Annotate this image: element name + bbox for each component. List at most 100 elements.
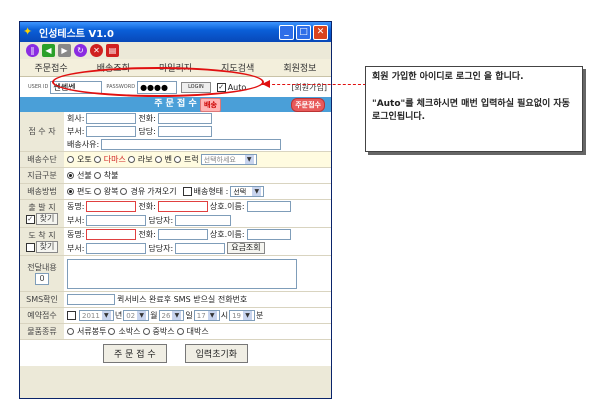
arr-dong-input[interactable] [86, 229, 137, 240]
type-checkbox[interactable] [182, 187, 192, 196]
dep-dong-input[interactable] [86, 201, 137, 213]
arrival-find-button[interactable]: 찾기 [35, 241, 59, 253]
arr-phone-input[interactable] [157, 229, 208, 240]
banner-title: 주 문 접 수 [154, 99, 197, 109]
dep-manager-input[interactable] [175, 214, 232, 226]
radio-envelope[interactable] [67, 328, 74, 335]
year-select[interactable]: 2011 ▼ [79, 310, 114, 321]
stop-icon[interactable]: ✕ [90, 44, 103, 57]
dep-dept-input[interactable] [86, 214, 147, 226]
radio-damas[interactable] [93, 156, 101, 163]
departure-find-button[interactable]: 찾기 [35, 213, 59, 225]
opt-pickup: 가져오기 [147, 187, 177, 196]
dep-dong-label: 동명: [67, 202, 85, 212]
dep-phone-input[interactable] [157, 201, 208, 213]
sms-phone-input[interactable] [67, 294, 115, 305]
arr-dept-input[interactable] [86, 242, 147, 254]
dep-manager-label: 담당자: [148, 215, 174, 225]
close-button[interactable]: ✕ [313, 24, 328, 40]
reservation-row: 예약접수 2011 ▼ 년 02 ▼ 월 26 ▼ 일 17 ▼ 시 19 ▼ 분 [20, 308, 331, 324]
submit-order-button[interactable]: 주 문 접 수 [102, 343, 167, 363]
payment-label: 지급구분 [20, 168, 64, 183]
order-form: 접 수 자 회사: 전화: 부서: 담당: 배송사유: 배송수단 오토 다마스 [20, 112, 331, 366]
radio-large-box[interactable] [176, 328, 184, 335]
delivery-means-label: 배송수단 [20, 152, 64, 167]
callout-line2: "Auto"를 체크하시면 매번 입력하실 필요없이 자동로그인됩니다. [372, 99, 570, 122]
maximize-button[interactable]: □ [296, 24, 311, 40]
arrival-label: 도 착 지 [28, 231, 56, 240]
radio-labo[interactable] [127, 156, 135, 163]
radio-auto[interactable] [67, 156, 74, 163]
radio-small-box[interactable] [108, 328, 116, 335]
chevron-down-icon: ▼ [243, 311, 253, 320]
opt-medium-box: 중박스 [152, 327, 175, 336]
arr-shop-input[interactable] [246, 229, 291, 240]
message-textarea[interactable] [67, 258, 297, 289]
sms-row: SMS확인 퀵서비스 완료후 SMS 받으실 전화번호 [20, 292, 331, 308]
manager-input[interactable] [157, 126, 212, 137]
reason-input[interactable] [101, 139, 282, 150]
radio-roundtrip[interactable] [93, 188, 101, 195]
opt-damas: 다마스 [103, 155, 126, 164]
sms-label: SMS확인 [20, 292, 64, 307]
action-bar: 주 문 접 수 입력초기화 [20, 340, 331, 366]
minute-value: 19 [232, 311, 242, 320]
radio-truck[interactable] [173, 156, 181, 163]
opt-cod: 착불 [103, 171, 119, 180]
message-label-cell: 전달내용 0 [20, 256, 64, 291]
toolbar: ‖ ◀ ▶ ↻ ✕ ▤ [20, 42, 331, 59]
tab-member[interactable]: 회원정보 [269, 61, 331, 74]
departure-label-cell: 출 발 지 ✓ 찾기 [20, 200, 64, 227]
phone-input[interactable] [157, 113, 212, 124]
window-title: 인성테스트 V1.0 [39, 28, 114, 40]
type-label: 배송형태 : [193, 187, 229, 196]
hour-unit: 시 [220, 311, 229, 320]
highlight-ellipse [52, 67, 264, 97]
chevron-down-icon: ▼ [172, 311, 182, 320]
chevron-down-icon: ▼ [137, 311, 147, 320]
refresh-icon[interactable]: ↻ [74, 44, 87, 57]
callout-box: 회원 가입한 아이디로 로그인 을 합니다. "Auto"를 체크하시면 매번 … [365, 66, 583, 152]
departure-checkbox[interactable]: ✓ [25, 214, 35, 224]
opt-oneway: 편도 [77, 187, 92, 196]
order-badge-button[interactable]: 주문접수 [291, 98, 325, 112]
forward-arrow-icon[interactable]: ▶ [58, 44, 71, 57]
arrival-checkbox[interactable] [25, 242, 35, 252]
fee-lookup-button[interactable]: 요금조회 [227, 242, 265, 254]
minute-select[interactable]: 19 ▼ [229, 310, 256, 321]
reservation-checkbox[interactable] [67, 311, 76, 320]
dep-shop-input[interactable] [246, 201, 291, 213]
radio-via[interactable] [120, 188, 128, 195]
phone-label: 전화: [138, 114, 156, 123]
receiver-label: 접 수 자 [20, 112, 64, 151]
opt-auto: 오토 [77, 155, 92, 164]
type-select-value: 선택 [233, 187, 247, 196]
company-input[interactable] [86, 113, 137, 124]
reason-label: 배송사유: [67, 140, 100, 149]
month-unit: 월 [150, 311, 158, 320]
radio-oneway[interactable] [67, 188, 74, 195]
radio-van[interactable] [154, 156, 162, 163]
dep-phone-label: 전화: [138, 202, 156, 212]
goods-label: 물품종류 [20, 324, 64, 339]
minimize-button[interactable]: _ [279, 24, 294, 40]
delivery-badge[interactable]: 배송 [200, 98, 221, 112]
dept-input[interactable] [86, 126, 137, 137]
radio-cod[interactable] [93, 172, 101, 179]
receiver-row: 접 수 자 회사: 전화: 부서: 담당: 배송사유: [20, 112, 331, 152]
hour-select[interactable]: 17 ▼ [193, 310, 220, 321]
day-select[interactable]: 26 ▼ [158, 310, 185, 321]
reset-button[interactable]: 입력초기화 [184, 343, 249, 363]
radio-prepaid[interactable] [67, 172, 74, 179]
type-select[interactable]: 선택 ▼ [230, 186, 265, 197]
radio-medium-box[interactable] [142, 328, 150, 335]
back-arrow-icon[interactable]: ◀ [42, 44, 55, 57]
opt-large-box: 대박스 [186, 327, 209, 336]
month-select[interactable]: 02 ▼ [123, 310, 150, 321]
arrow-head-icon [262, 80, 270, 88]
print-icon[interactable]: ▤ [106, 44, 119, 57]
pause-icon[interactable]: ‖ [26, 44, 39, 57]
opt-envelope: 서류봉투 [77, 327, 107, 336]
vehicle-select[interactable]: 선택하세요 ▼ [200, 154, 257, 165]
arr-manager-input[interactable] [175, 242, 226, 254]
